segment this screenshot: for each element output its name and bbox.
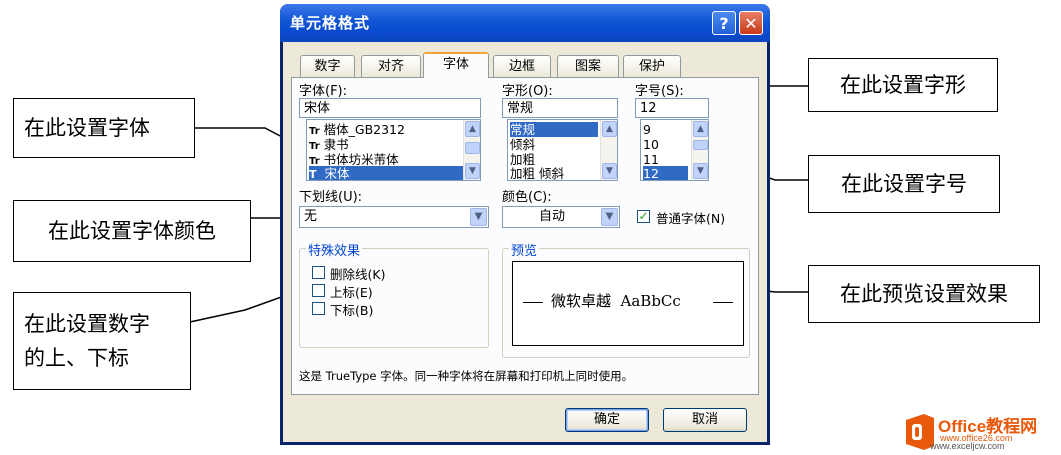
font-option[interactable]: Tr 隶书	[309, 137, 459, 152]
tab-protection[interactable]: 保护	[623, 55, 681, 77]
scroll-up-icon[interactable]: ▲	[693, 121, 708, 137]
preview-baseline-left	[523, 302, 543, 303]
title-bar[interactable]: 单元格格式 ? ✕	[280, 4, 770, 42]
scroll-up-icon[interactable]: ▲	[602, 121, 617, 137]
effects-title: 特殊效果	[306, 240, 363, 259]
size-label: 字号(S):	[635, 84, 684, 99]
chevron-down-icon[interactable]: ▼	[470, 208, 487, 226]
size-option[interactable]: 11	[643, 152, 659, 167]
scroll-thumb[interactable]	[465, 142, 480, 154]
scroll-up-icon[interactable]: ▲	[465, 121, 480, 137]
color-label: 颜色(C):	[502, 190, 552, 205]
info-text: 这是 TrueType 字体。同一种字体将在屏幕和打印机上同时使用。	[299, 369, 634, 383]
size-option[interactable]: 9	[643, 122, 651, 137]
font-input[interactable]: 宋体	[299, 98, 481, 118]
format-cells-dialog: 单元格格式 ? ✕ 数字 对齐 字体 边框 图案 保护 字体(F): 宋体 Tr…	[280, 4, 770, 445]
size-list-scrollbar[interactable]: ▲ ▼	[691, 120, 708, 180]
normal-font-label: 普通字体(N)	[656, 211, 726, 226]
style-callout: 在此设置字形	[808, 58, 998, 112]
color-value: 自动	[538, 209, 565, 224]
preview-baseline-right	[713, 302, 733, 303]
subscript-label: 下标(B)	[330, 303, 374, 318]
tab-patterns[interactable]: 图案	[557, 55, 619, 77]
color-callout: 在此设置字体颜色	[13, 200, 251, 262]
tab-border[interactable]: 边框	[493, 55, 551, 77]
underline-label: 下划线(U):	[299, 190, 363, 205]
style-label: 字形(O):	[502, 84, 553, 99]
truetype-icon: T	[309, 168, 317, 181]
effects-group: 特殊效果	[299, 240, 489, 348]
style-option[interactable]: 倾斜	[510, 137, 535, 152]
font-callout: 在此设置字体	[13, 98, 195, 158]
normal-font-checkbox[interactable]: ✓	[637, 210, 650, 223]
scroll-thumb[interactable]	[693, 140, 708, 150]
tab-alignment[interactable]: 对齐	[361, 55, 421, 77]
tab-number[interactable]: 数字	[300, 55, 355, 77]
style-listbox[interactable]: 常规 倾斜 加粗 加粗 倾斜 ▲ ▼	[507, 119, 618, 181]
font-option[interactable]: Tr 书体坊米芾体	[309, 152, 459, 167]
preview-box: 微软卓越 AaBbCc	[512, 261, 744, 346]
watermark-url-2: www.exceljcw.com	[930, 441, 1005, 451]
font-label: 字体(F):	[299, 84, 348, 99]
subscript-callout: 在此设置数字 的上、下标	[13, 292, 191, 390]
scroll-down-icon[interactable]: ▼	[693, 163, 708, 179]
preview-title: 预览	[509, 240, 540, 259]
ok-button[interactable]: 确定	[565, 408, 649, 432]
size-input[interactable]: 12	[635, 98, 709, 118]
preview-text: 微软卓越 AaBbCc	[551, 292, 681, 310]
superscript-label: 上标(E)	[330, 285, 373, 300]
dialog-title: 单元格格式	[290, 14, 371, 32]
font-list-scrollbar[interactable]: ▲ ▼	[463, 120, 480, 180]
preview-callout: 在此预览设置效果	[808, 265, 1040, 323]
truetype-icon: Tr	[309, 126, 320, 137]
style-input[interactable]: 常规	[502, 98, 618, 118]
underline-value: 无	[304, 209, 318, 224]
color-select[interactable]: 自动 ▼	[502, 206, 620, 228]
style-option[interactable]: 加粗	[510, 152, 535, 167]
size-listbox[interactable]: 9 10 11 12 ▲ ▼	[640, 119, 709, 181]
strikethrough-label: 删除线(K)	[330, 267, 386, 282]
cancel-button[interactable]: 取消	[663, 408, 747, 432]
font-listbox[interactable]: Tr 楷体_GB2312 Tr 隶书 Tr 书体坊米芾体 T 宋体 ▲ ▼	[306, 119, 481, 181]
help-icon: ?	[719, 14, 729, 33]
dialog-client-area: 数字 对齐 字体 边框 图案 保护 字体(F): 宋体 Tr 楷体_GB2312…	[283, 42, 767, 442]
strikethrough-checkbox[interactable]	[312, 266, 325, 279]
style-list-scrollbar[interactable]: ▲ ▼	[600, 120, 617, 180]
chevron-down-icon[interactable]: ▼	[601, 208, 618, 226]
superscript-checkbox[interactable]	[312, 284, 325, 297]
font-option-selected[interactable]: T 宋体	[309, 166, 464, 181]
font-option[interactable]: Tr 楷体_GB2312	[309, 122, 459, 137]
tab-font[interactable]: 字体	[423, 52, 489, 78]
scroll-down-icon[interactable]: ▼	[465, 163, 480, 179]
style-option[interactable]: 加粗 倾斜	[510, 166, 564, 180]
size-option-selected[interactable]: 12	[643, 166, 688, 180]
close-button[interactable]: ✕	[739, 11, 763, 35]
size-option[interactable]: 10	[643, 137, 659, 152]
style-option-selected[interactable]: 常规	[510, 122, 598, 137]
size-callout: 在此设置字号	[808, 155, 1000, 213]
truetype-icon: Tr	[309, 141, 320, 152]
scroll-down-icon[interactable]: ▼	[602, 163, 617, 179]
close-icon: ✕	[744, 14, 758, 33]
subscript-checkbox[interactable]	[312, 302, 325, 315]
font-tab-panel: 字体(F): 宋体 Tr 楷体_GB2312 Tr 隶书 Tr 书体坊米芾体 T…	[291, 77, 759, 395]
help-button[interactable]: ?	[712, 11, 736, 35]
underline-select[interactable]: 无 ▼	[299, 206, 489, 228]
